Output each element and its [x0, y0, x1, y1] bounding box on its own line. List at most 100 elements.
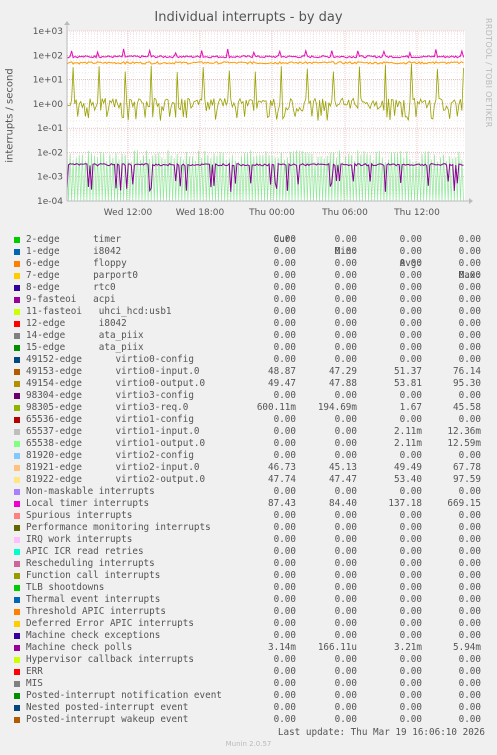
legend-name: 14-edge ata_piix — [26, 330, 144, 341]
legend-max: 5.94m — [453, 642, 481, 653]
legend-min: 47.88 — [329, 378, 357, 389]
legend-cur: 0.00 — [273, 438, 296, 449]
x-axis-arrow — [469, 198, 473, 204]
legend-name: Machine check exceptions — [26, 630, 161, 641]
legend-name: 81922-edge virtio2-output.0 — [26, 474, 206, 485]
legend-name: 49154-edge virtio0-output.0 — [26, 378, 206, 389]
legend-min: 0.00 — [334, 438, 357, 449]
legend-name: 65537-edge virtio1-input.0 — [26, 426, 200, 437]
legend-max: 0.00 — [458, 714, 481, 725]
legend-row: Posted-interrupt notification event 0.00 0… — [0, 690, 497, 702]
legend-min: 0.00 — [334, 258, 357, 269]
legend-max: 0.00 — [458, 606, 481, 617]
legend-row: 49153-edge virtio0-input.0 48.87 47.29 51.3… — [0, 366, 497, 378]
legend-cur: 0.00 — [273, 330, 296, 341]
legend-name: 11-fasteoi uhci_hcd:usb1 — [26, 306, 172, 317]
legend-row: 14-edge ata_piix 0.00 0.00 0.00 0.00 — [0, 330, 497, 342]
legend-swatch — [14, 501, 20, 507]
legend-cur: 0.00 — [273, 318, 296, 329]
legend-min: 0.00 — [334, 318, 357, 329]
legend-row: 81920-edge virtio2-config 0.00 0.00 0.00 0.0… — [0, 450, 497, 462]
legend-row: Performance monitoring interrupts 0.00 0.0… — [0, 522, 497, 534]
legend-max: 0.00 — [458, 486, 481, 497]
legend-min: 47.29 — [329, 366, 357, 377]
legend-max: 12.36m — [447, 426, 481, 437]
legend-max: 0.00 — [458, 342, 481, 353]
legend-row: Deferred Error APIC interrupts 0.00 0.00 0.… — [0, 618, 497, 630]
legend-header-row: Cur: Min: Avg: Max: — [0, 222, 497, 281]
x-tick-label: Wed 12:00 — [104, 208, 153, 218]
legend-max: 0.00 — [458, 666, 481, 677]
legend-row: 9-fasteoi acpi 0.00 0.00 0.00 0.00 — [0, 294, 497, 306]
legend-max: 0.00 — [458, 246, 481, 257]
legend-swatch — [14, 357, 20, 363]
legend-max: 0.00 — [458, 294, 481, 305]
legend-swatch — [14, 537, 20, 543]
legend-max: 0.00 — [458, 450, 481, 461]
y-tick-label: 1e+03 — [33, 27, 63, 37]
legend-cur: 0.00 — [273, 630, 296, 641]
legend-swatch — [14, 705, 20, 711]
legend-swatch — [14, 585, 20, 591]
y-tick-label: 1e-02 — [37, 148, 63, 158]
legend-row: Spurious interrupts 0.00 0.00 0.00 0.00 — [0, 510, 497, 522]
legend-max: 0.00 — [458, 270, 481, 281]
y-axis-arrow — [64, 21, 70, 25]
legend-swatch — [14, 369, 20, 375]
legend-name: Performance monitoring interrupts — [26, 522, 211, 533]
legend-row: 11-fasteoi uhci_hcd:usb1 0.00 0.00 0.00 0.00 — [0, 306, 497, 318]
legend-cur: 600.11m — [256, 402, 296, 413]
y-tick-label: 1e-01 — [37, 124, 63, 134]
legend-cur: 0.00 — [273, 522, 296, 533]
legend-min: 0.00 — [334, 666, 357, 677]
legend-row: 49152-edge virtio0-config 0.00 0.00 0.00 0.0… — [0, 354, 497, 366]
legend-max: 0.00 — [458, 570, 481, 581]
legend-cur: 3.14m — [268, 642, 296, 653]
legend-name: 6-edge floppy — [26, 258, 127, 269]
legend-row: MIS 0.00 0.00 0.00 0.00 — [0, 678, 497, 690]
legend-swatch — [14, 261, 20, 267]
legend-row: 65538-edge virtio1-output.0 0.00 0.00 2.11m… — [0, 438, 497, 450]
legend-max: 0.00 — [458, 234, 481, 245]
legend-row: 65536-edge virtio1-config 0.00 0.00 0.00 0.0… — [0, 414, 497, 426]
legend-row: 12-edge i8042 0.00 0.00 0.00 0.00 — [0, 318, 497, 330]
legend-cur: 0.00 — [273, 294, 296, 305]
legend-row: Non-maskable interrupts 0.00 0.00 0.00 0.00 — [0, 486, 497, 498]
legend-cur: 0.00 — [273, 510, 296, 521]
x-tick-label: Thu 06:00 — [321, 208, 368, 218]
legend-min: 0.00 — [334, 534, 357, 545]
legend-name: Machine check polls — [26, 642, 133, 653]
x-tick-label: Thu 12:00 — [393, 208, 440, 218]
legend-swatch — [14, 657, 20, 663]
legend-name: 7-edge parport0 — [26, 270, 138, 281]
legend-name: Non-maskable interrupts — [26, 486, 155, 497]
legend-swatch — [14, 297, 20, 303]
legend-max: 0.00 — [458, 702, 481, 713]
legend-min: 0.00 — [334, 414, 357, 425]
legend-max: 0.00 — [458, 582, 481, 593]
legend-min: 0.00 — [334, 270, 357, 281]
legend-max: 0.00 — [458, 690, 481, 701]
legend-min: 0.00 — [334, 618, 357, 629]
legend-max: 95.30 — [453, 378, 481, 389]
legend-swatch — [14, 717, 20, 723]
legend-swatch — [14, 249, 20, 255]
legend-name: 81921-edge virtio2-input.0 — [26, 462, 200, 473]
legend-min: 0.00 — [334, 714, 357, 725]
legend-swatch — [14, 465, 20, 471]
legend-max: 0.00 — [458, 510, 481, 521]
legend-swatch — [14, 597, 20, 603]
legend-min: 194.69m — [317, 402, 357, 413]
legend-cur: 0.00 — [273, 534, 296, 545]
legend-cur: 0.00 — [273, 270, 296, 281]
legend-min: 0.00 — [334, 450, 357, 461]
legend-cur: 46.73 — [268, 462, 296, 473]
legend-max: 0.00 — [458, 594, 481, 605]
legend-cur: 0.00 — [273, 282, 296, 293]
legend-row: IRQ work interrupts 0.00 0.00 0.00 0.00 — [0, 534, 497, 546]
interrupts-chart: 1e-04 1e-03 1e-02 1e-01 1e+00 1e+01 1e+02 1e+03… — [33, 21, 473, 218]
legend-max: 0.00 — [458, 258, 481, 269]
legend-swatch — [14, 633, 20, 639]
legend-swatch — [14, 345, 20, 351]
legend-min: 0.00 — [334, 306, 357, 317]
